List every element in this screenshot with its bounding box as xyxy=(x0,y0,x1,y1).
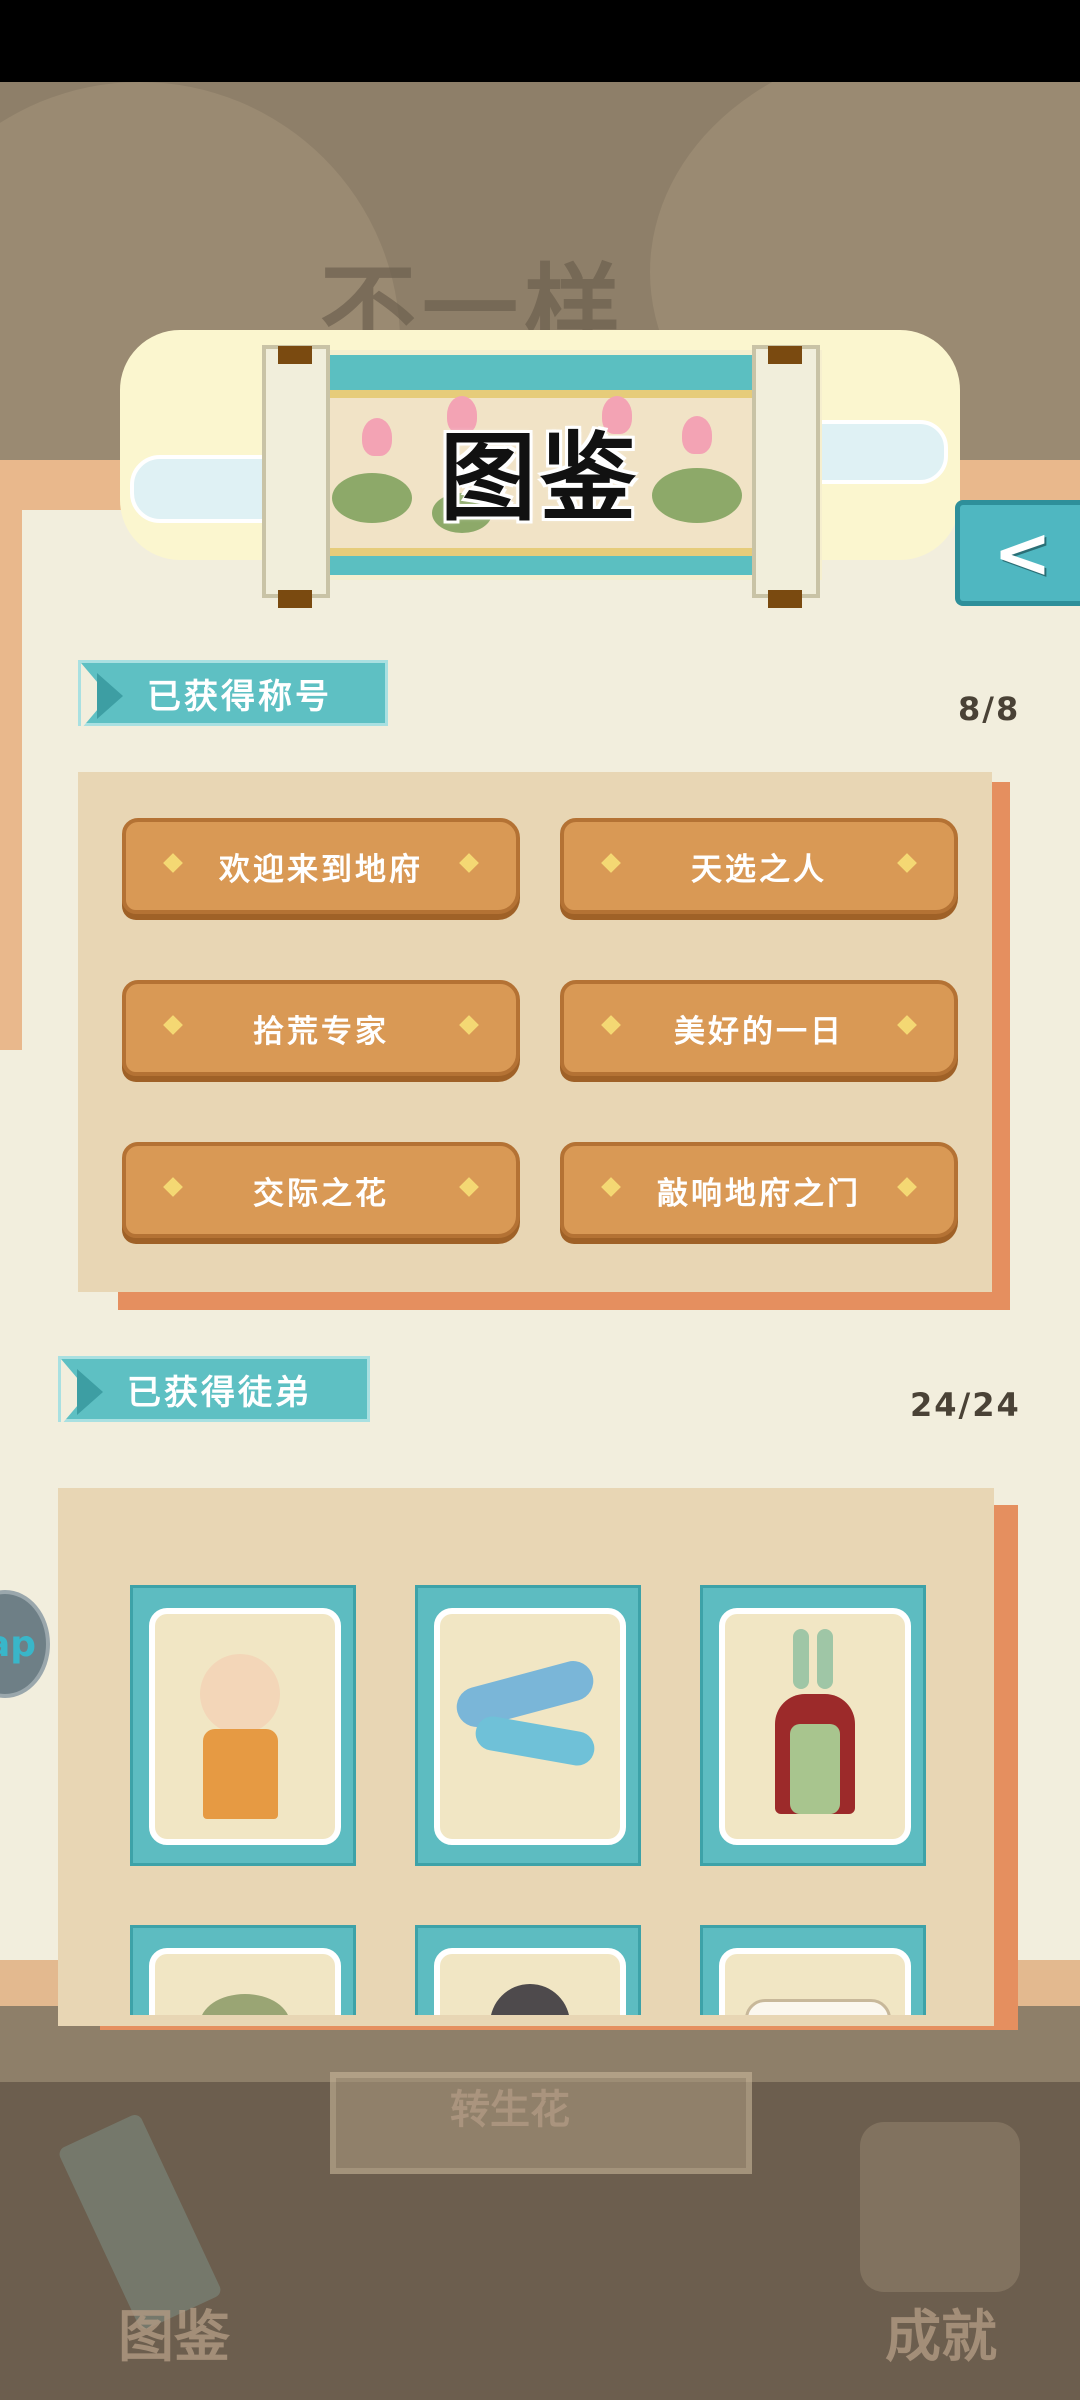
title-label: 欢迎来到地府 xyxy=(219,851,423,888)
diamond-icon xyxy=(163,1177,183,1197)
dragon-body-icon xyxy=(452,1656,598,1732)
creature-body-icon xyxy=(745,1999,891,2015)
rabbit-ear-icon xyxy=(817,1629,833,1689)
monk-robe-icon xyxy=(203,1729,278,1819)
diamond-icon xyxy=(601,853,621,873)
lady-dress-icon xyxy=(790,1724,840,1814)
rod-cap xyxy=(768,346,802,364)
disciple-card-hat-girl[interactable] xyxy=(415,1925,641,2015)
diamond-icon xyxy=(897,853,917,873)
rod-cap xyxy=(278,590,312,608)
title-label: 敲响地府之门 xyxy=(657,1175,861,1212)
disciple-card-monk[interactable] xyxy=(130,1585,356,1866)
title-label: 拾荒专家 xyxy=(253,1013,389,1050)
section-label: 已获得徒弟 xyxy=(127,1372,312,1413)
title-label: 交际之花 xyxy=(253,1175,389,1212)
title-label: 美好的一日 xyxy=(674,1013,844,1050)
diamond-icon xyxy=(459,853,479,873)
scroll-rod-left xyxy=(262,345,330,598)
title-plank[interactable]: 拾荒专家 xyxy=(122,980,520,1076)
title-plank[interactable]: 敲响地府之门 xyxy=(560,1142,958,1238)
title-plank[interactable]: 天选之人 xyxy=(560,818,958,914)
bottom-tab-collection: 图鉴 xyxy=(118,2305,230,2370)
turtle-shell-icon xyxy=(200,1994,290,2015)
chevron-left-icon: < xyxy=(993,512,1052,594)
page-title: 图鉴 xyxy=(440,422,640,534)
disciple-card-rabbit-lady[interactable] xyxy=(700,1585,926,1866)
disciple-card-white-creature[interactable] xyxy=(700,1925,926,2015)
diamond-icon xyxy=(897,1015,917,1035)
disciple-card-dragon[interactable] xyxy=(415,1585,641,1866)
background-plaque-text: 转生花 xyxy=(450,2087,570,2133)
bottom-tab-achievement: 成就 xyxy=(885,2305,997,2370)
disciple-card-turtle[interactable] xyxy=(130,1925,356,2015)
title-plank[interactable]: 欢迎来到地府 xyxy=(122,818,520,914)
scroll-rod-right xyxy=(752,345,820,598)
triangle-icon xyxy=(77,1369,103,1415)
rod-cap xyxy=(278,346,312,364)
title-plank[interactable]: 美好的一日 xyxy=(560,980,958,1076)
diamond-icon xyxy=(897,1177,917,1197)
panel-left-edge xyxy=(0,510,22,1050)
disciple-grid xyxy=(60,1540,1010,2015)
section-header-disciples: 已获得徒弟 xyxy=(58,1356,370,1425)
title-label: 天选之人 xyxy=(691,851,827,888)
monk-head-icon xyxy=(200,1654,280,1734)
rod-cap xyxy=(768,590,802,608)
diamond-icon xyxy=(459,1177,479,1197)
section-label: 已获得称号 xyxy=(147,676,332,717)
back-button[interactable]: < xyxy=(955,500,1080,606)
disciples-count: 24/24 xyxy=(910,1386,1021,1424)
achievement-icon xyxy=(860,2122,1020,2292)
rabbit-ear-icon xyxy=(793,1629,809,1689)
triangle-icon xyxy=(97,673,123,719)
dragon-tail-icon xyxy=(472,1713,598,1769)
title-plank[interactable]: 交际之花 xyxy=(122,1142,520,1238)
floating-app-label: ap xyxy=(0,1623,36,1665)
hat-icon xyxy=(490,1984,570,2015)
section-header-titles: 已获得称号 xyxy=(78,660,388,729)
diamond-icon xyxy=(459,1015,479,1035)
diamond-icon xyxy=(601,1015,621,1035)
titles-count: 8/8 xyxy=(958,690,1021,728)
diamond-icon xyxy=(163,1015,183,1035)
diamond-icon xyxy=(163,853,183,873)
diamond-icon xyxy=(601,1177,621,1197)
